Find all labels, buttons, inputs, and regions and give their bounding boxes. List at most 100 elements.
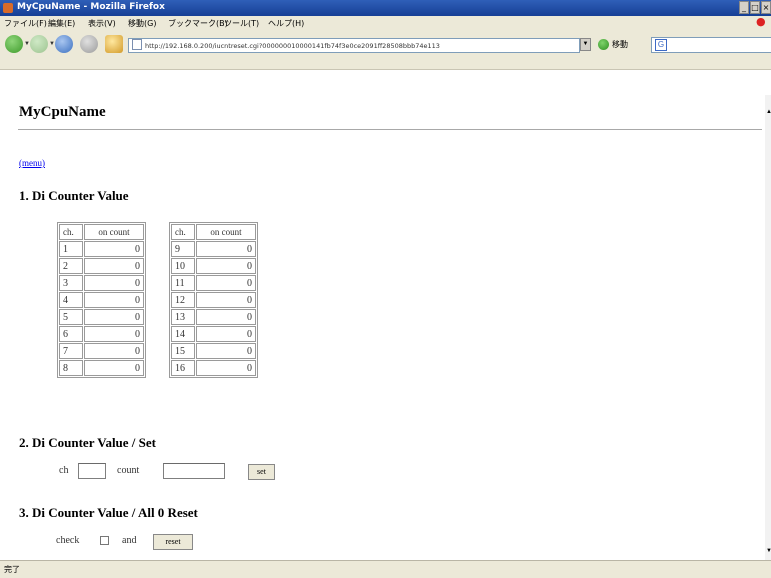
home-icon[interactable] — [105, 35, 123, 53]
table-row: 50 — [59, 309, 144, 325]
ch-cell: 8 — [59, 360, 83, 376]
menu-bar: ファイル(F) 編集(E) 表示(V) 移動(G) ブックマーク(B) ツール(… — [0, 16, 771, 29]
column-header-count: on count — [84, 224, 144, 240]
go-icon[interactable] — [598, 39, 609, 50]
set-button[interactable]: set — [248, 464, 275, 480]
count-cell: 0 — [196, 292, 256, 308]
section-heading-counter-value: 1. Di Counter Value — [19, 188, 129, 203]
close-button[interactable]: × — [761, 1, 771, 14]
count-cell: 0 — [196, 258, 256, 274]
table-row: 60 — [59, 326, 144, 342]
ch-cell: 16 — [171, 360, 195, 376]
menu-tools[interactable]: ツール(T) — [224, 18, 259, 29]
ch-cell: 3 — [59, 275, 83, 291]
count-cell: 0 — [196, 309, 256, 325]
reset-confirm-checkbox[interactable] — [100, 536, 109, 545]
stop-icon[interactable] — [80, 35, 98, 53]
count-cell: 0 — [196, 360, 256, 376]
back-icon[interactable] — [5, 35, 23, 53]
navigation-toolbar: ▼ ▼ http://192.168.0.200/iucntreset.cgi?… — [0, 29, 771, 70]
column-header-ch: ch. — [59, 224, 83, 240]
scroll-down-icon[interactable]: ▼ — [766, 548, 771, 554]
ch-input[interactable] — [78, 463, 106, 479]
ch-cell: 12 — [171, 292, 195, 308]
ch-cell: 10 — [171, 258, 195, 274]
page-title: MyCpuName — [19, 104, 106, 120]
ch-label: ch — [59, 465, 69, 476]
go-label[interactable]: 移動 — [612, 39, 628, 50]
vertical-scrollbar[interactable]: ▲ ▼ — [765, 95, 771, 560]
window-title: MyCpuName - Mozilla Firefox — [17, 2, 165, 12]
ch-cell: 5 — [59, 309, 83, 325]
column-header-ch: ch. — [171, 224, 195, 240]
section-heading-counter-reset: 3. Di Counter Value / All 0 Reset — [19, 505, 198, 520]
count-cell: 0 — [84, 326, 144, 342]
table-row: 90 — [171, 241, 256, 257]
minimize-button[interactable]: _ — [739, 1, 749, 14]
ch-cell: 9 — [171, 241, 195, 257]
reset-button[interactable]: reset — [153, 534, 193, 550]
count-cell: 0 — [84, 241, 144, 257]
count-cell: 0 — [84, 360, 144, 376]
menu-go[interactable]: 移動(G) — [128, 18, 156, 29]
count-cell: 0 — [196, 275, 256, 291]
menu-file[interactable]: ファイル(F) — [4, 18, 47, 29]
window-controls: _ □ × — [739, 1, 771, 15]
ch-cell: 1 — [59, 241, 83, 257]
count-cell: 0 — [84, 258, 144, 274]
menu-bookmarks[interactable]: ブックマーク(B) — [168, 18, 228, 29]
and-label: and — [122, 535, 137, 546]
check-label: check — [56, 535, 80, 546]
count-input[interactable] — [163, 463, 225, 479]
firefox-icon — [3, 3, 13, 13]
window-title-bar: MyCpuName - Mozilla Firefox _ □ × — [0, 0, 771, 16]
table-row: 40 — [59, 292, 144, 308]
ch-cell: 15 — [171, 343, 195, 359]
url-bar[interactable]: http://192.168.0.200/iucntreset.cgi?0000… — [128, 38, 580, 53]
throbber-icon: ● — [756, 15, 766, 28]
count-cell: 0 — [84, 309, 144, 325]
status-text: 完了 — [4, 565, 20, 574]
reload-icon[interactable] — [55, 35, 73, 53]
table-row: 11 0 — [171, 275, 256, 291]
count-cell: 0 — [84, 275, 144, 291]
ch-cell: 2 — [59, 258, 83, 274]
counter-table-left: ch. on count 10 20 30 40 50 60 70 80 — [57, 222, 146, 378]
forward-icon[interactable] — [30, 35, 48, 53]
table-row: 20 — [59, 258, 144, 274]
search-input[interactable]: G — [651, 37, 771, 53]
count-cell: 0 — [84, 292, 144, 308]
count-cell: 0 — [196, 343, 256, 359]
table-row: 14 0 — [171, 326, 256, 342]
scroll-up-icon[interactable]: ▲ — [766, 109, 771, 115]
menu-help[interactable]: ヘルプ(H) — [268, 18, 304, 29]
page-content: MyCpuName (menu) 1. Di Counter Value ch.… — [0, 95, 771, 560]
count-cell: 0 — [196, 241, 256, 257]
table-row: 10 — [59, 241, 144, 257]
menu-edit[interactable]: 編集(E) — [48, 18, 75, 29]
url-text: http://192.168.0.200/iucntreset.cgi?0000… — [145, 42, 440, 50]
table-row: 13 0 — [171, 309, 256, 325]
ch-cell: 7 — [59, 343, 83, 359]
ch-cell: 14 — [171, 326, 195, 342]
section-heading-counter-set: 2. Di Counter Value / Set — [19, 435, 156, 450]
column-header-count: on count — [196, 224, 256, 240]
menu-link[interactable]: (menu) — [19, 158, 45, 168]
page-icon — [132, 39, 142, 50]
table-row: 80 — [59, 360, 144, 376]
status-bar: 完了 — [0, 560, 771, 578]
table-row: 10 0 — [171, 258, 256, 274]
table-row: 30 — [59, 275, 144, 291]
menu-view[interactable]: 表示(V) — [88, 18, 116, 29]
count-cell: 0 — [84, 343, 144, 359]
table-row: 15 0 — [171, 343, 256, 359]
ch-cell: 4 — [59, 292, 83, 308]
count-cell: 0 — [196, 326, 256, 342]
table-row: 16 0 — [171, 360, 256, 376]
title-divider — [18, 129, 762, 130]
maximize-button[interactable]: □ — [750, 1, 760, 14]
counter-table-right: ch. on count 90 10 0 11 0 12 0 13 0 14 0 15 0 … — [169, 222, 258, 378]
url-dropdown-icon[interactable]: ▼ — [580, 38, 591, 51]
table-row: 70 — [59, 343, 144, 359]
table-row: 12 0 — [171, 292, 256, 308]
